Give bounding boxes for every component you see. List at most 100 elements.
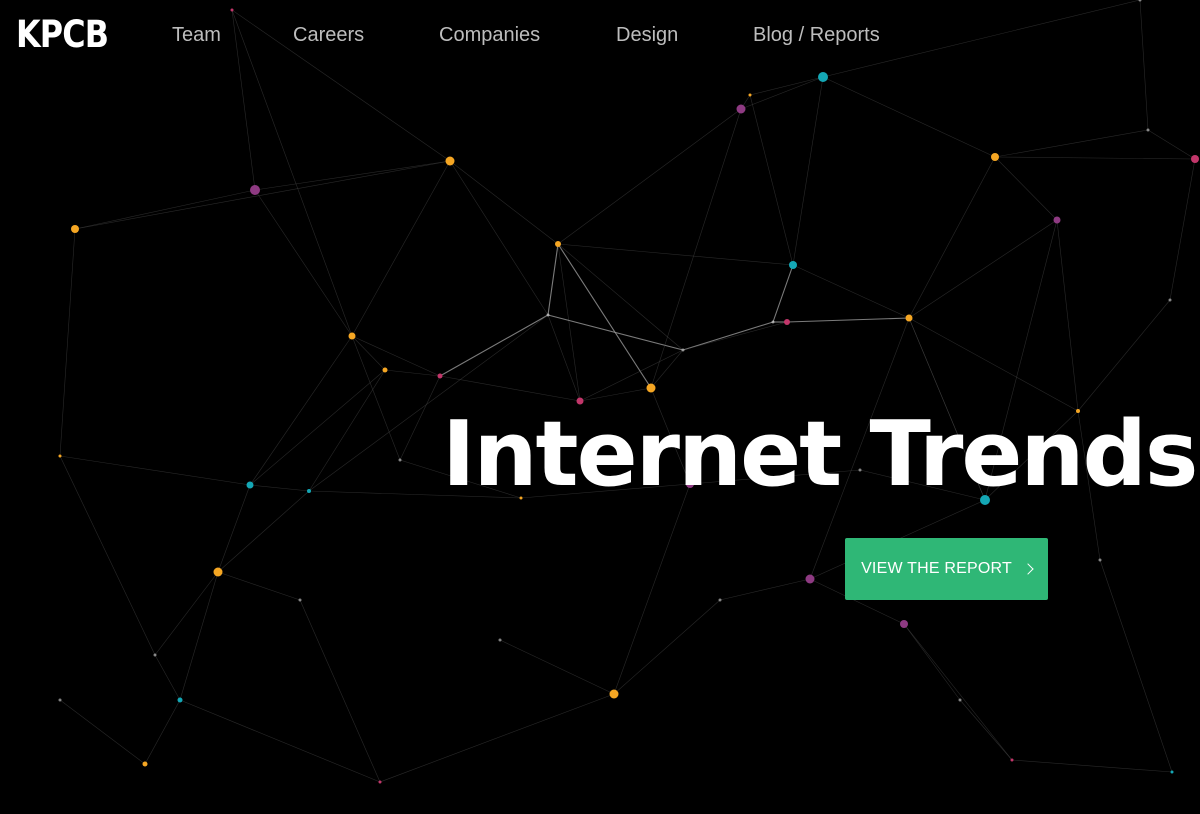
network-edge [1169, 158, 1196, 301]
network-edge [994, 156, 1058, 221]
nav-item-careers[interactable]: Careers [293, 22, 364, 48]
network-node [958, 698, 962, 702]
nav-item-companies[interactable]: Companies [439, 22, 540, 48]
network-edge [59, 455, 251, 486]
network-node [748, 93, 752, 97]
network-edge [254, 160, 451, 191]
network-edge [59, 228, 76, 457]
kpcb-logo[interactable]: KPCB [16, 13, 109, 57]
network-edge [217, 490, 310, 573]
network-node [784, 319, 790, 325]
network-edge [449, 160, 559, 245]
network-node [1138, 0, 1142, 2]
network-edge [217, 484, 251, 573]
network-node [718, 598, 722, 602]
network-edge [154, 654, 181, 701]
network-edge [908, 317, 1079, 412]
network-node [900, 620, 908, 628]
network-node [736, 104, 746, 114]
network-edge [557, 243, 652, 389]
network-node [153, 653, 157, 657]
network-edge [719, 578, 811, 601]
network-edge [1011, 759, 1173, 773]
view-report-label: VIEW THE REPORT [861, 560, 1012, 577]
network-node [71, 225, 79, 233]
chevron-right-icon [1022, 563, 1034, 575]
network-node [378, 780, 382, 784]
network-edge [249, 369, 386, 486]
network-node [1010, 758, 1014, 762]
network-edge [792, 264, 910, 319]
network-edge [557, 108, 742, 245]
network-node [1191, 155, 1199, 163]
network-edge [557, 243, 794, 266]
network-edge [1077, 299, 1171, 412]
network-edge [351, 160, 451, 337]
network-edge [1147, 129, 1196, 160]
network-node [1146, 128, 1150, 132]
network-edge [772, 264, 794, 323]
network-edge [650, 349, 684, 389]
nav-item-blog-reports[interactable]: Blog / Reports [753, 22, 880, 48]
network-node [818, 72, 828, 82]
network-edge [59, 455, 156, 656]
network-node [348, 332, 356, 340]
network-edge [682, 321, 788, 351]
network-edge [994, 156, 1196, 160]
network-edge [59, 699, 146, 765]
network-node [1098, 558, 1102, 562]
network-node [546, 313, 550, 317]
network-edge [547, 243, 559, 316]
network-node [905, 314, 913, 322]
view-report-button[interactable]: VIEW THE REPORT [845, 538, 1048, 600]
network-edge [439, 314, 549, 377]
network-edge [179, 571, 219, 701]
network-edge [613, 483, 691, 695]
network-edge [179, 699, 381, 783]
network-edge [903, 623, 961, 701]
network-edge [908, 219, 1058, 319]
network-edge [749, 94, 794, 266]
network-edge [547, 314, 581, 402]
network-edge [822, 76, 996, 158]
network-node [771, 320, 775, 324]
network-edge [439, 375, 581, 402]
network-node [991, 153, 999, 161]
network-edge [1099, 559, 1173, 773]
network-edge [682, 321, 774, 351]
network-node [805, 574, 815, 584]
network-edge [254, 189, 353, 337]
network-edge [74, 189, 256, 230]
network-node [681, 348, 685, 352]
network-node [142, 761, 148, 767]
network-node [213, 567, 223, 577]
network-node [58, 454, 62, 458]
network-edge [217, 571, 301, 601]
network-edge [74, 160, 451, 230]
network-edge [231, 9, 353, 337]
nav-item-design[interactable]: Design [616, 22, 678, 48]
network-edge [749, 76, 824, 96]
network-node [398, 458, 402, 462]
network-edge [399, 375, 441, 461]
network-node [246, 481, 254, 489]
network-node [555, 241, 561, 247]
network-edge [786, 317, 910, 323]
network-edge [1056, 219, 1079, 412]
network-node [250, 185, 260, 195]
network-node [307, 489, 311, 493]
network-node [298, 598, 302, 602]
network-edge [231, 9, 256, 191]
network-edge [379, 693, 615, 783]
network-node [789, 261, 797, 269]
network-node [445, 156, 455, 166]
network-node [646, 383, 656, 393]
nav-item-team[interactable]: Team [172, 22, 221, 48]
network-edge [144, 699, 181, 765]
network-edge [613, 599, 721, 695]
network-edge [384, 369, 441, 377]
network-edge [449, 160, 549, 316]
network-edge [994, 129, 1149, 158]
network-edge [299, 599, 381, 783]
network-edge [908, 156, 996, 319]
